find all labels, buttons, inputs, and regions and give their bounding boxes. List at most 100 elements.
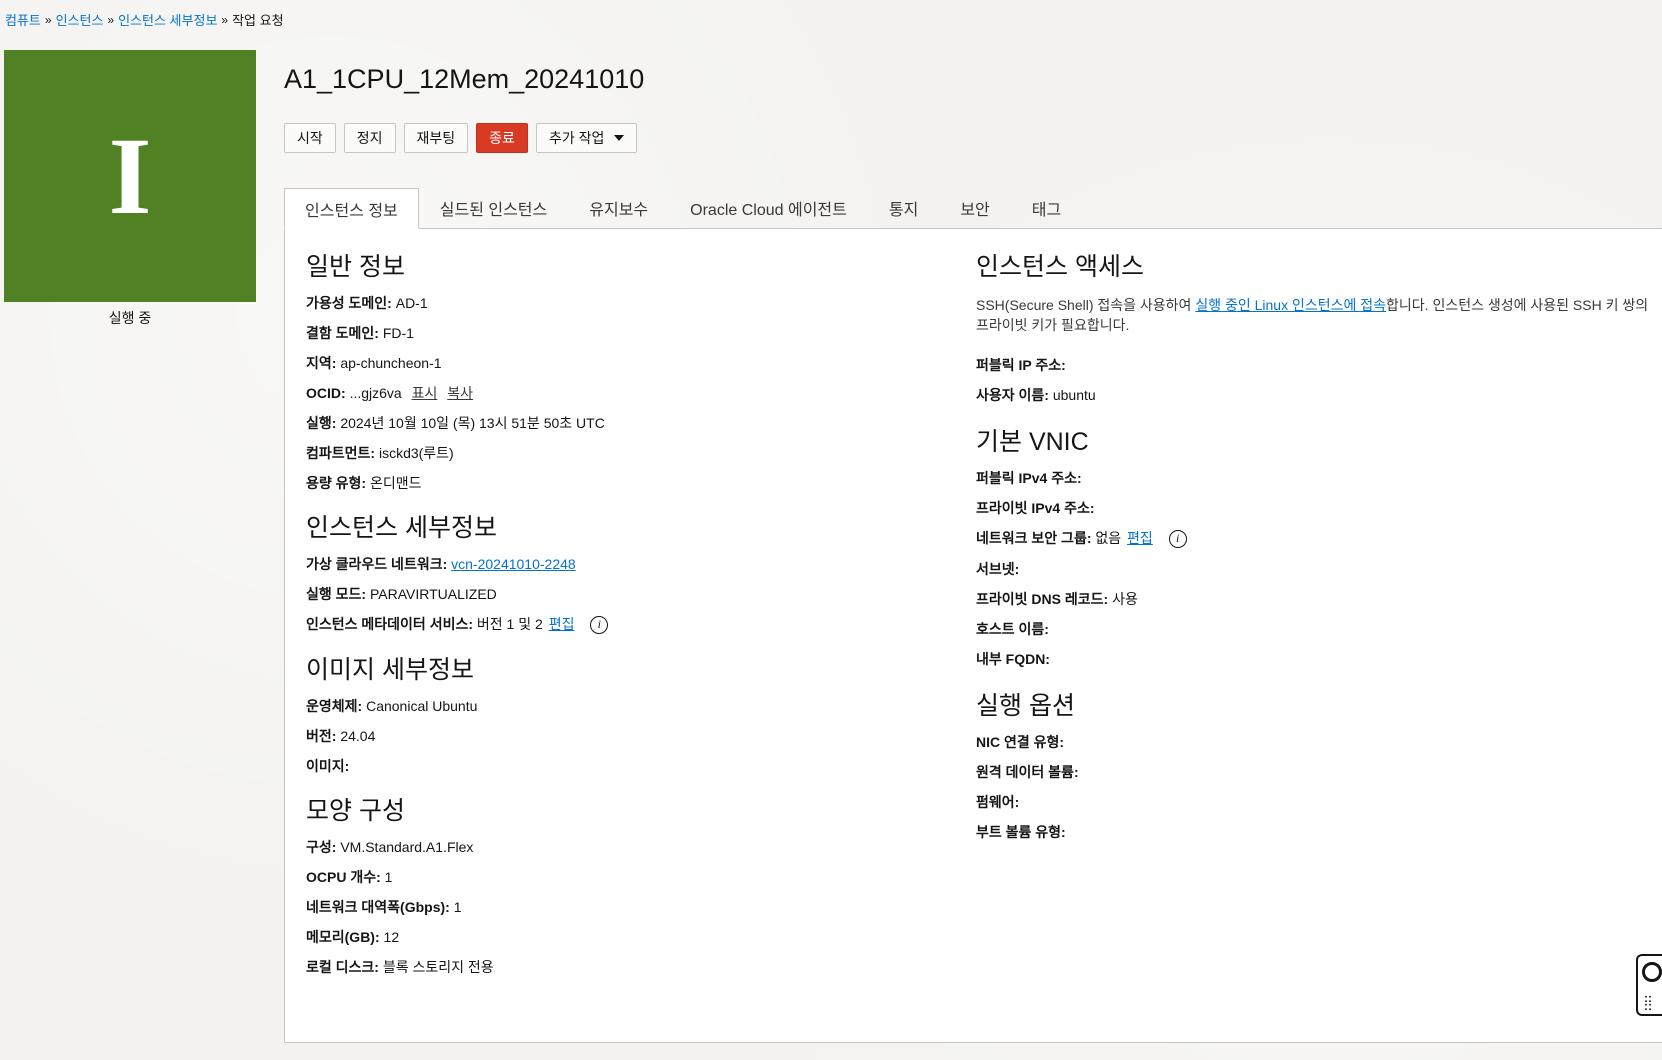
- field-value: 버전 1 및 2: [476, 616, 543, 632]
- field-label: 사용자 이름:: [976, 387, 1049, 403]
- launch-mode-row: 실행 모드: PARAVIRTUALIZED: [306, 586, 926, 603]
- private-ipv4-row: 프라이빗 IPv4 주소:: [976, 500, 1656, 517]
- field-value: ...gjz6va: [349, 385, 402, 401]
- memory-row: 메모리(GB): 12: [306, 929, 926, 946]
- hostname-row: 호스트 이름:: [976, 621, 1656, 638]
- action-toolbar: 시작 정지 재부팅 종료 추가 작업: [284, 123, 1662, 153]
- ocid-show-link[interactable]: 표시: [412, 385, 438, 401]
- nsg-edit-link[interactable]: 편집: [1127, 530, 1153, 546]
- breadcrumb-separator: »: [221, 12, 229, 27]
- field-label: 가상 클라우드 네트워크:: [306, 556, 448, 572]
- tab-panel-instance-info: 일반 정보 가용성 도메인: AD-1 결함 도메인: FD-1 지역: ap-…: [284, 229, 1662, 1043]
- start-button[interactable]: 시작: [284, 123, 336, 153]
- more-actions-label: 추가 작업: [548, 130, 605, 146]
- remote-volume-row: 원격 데이터 볼륨:: [976, 764, 1656, 781]
- section-instance-details: 인스턴스 세부정보: [306, 514, 497, 542]
- field-label: 로컬 디스크:: [306, 959, 379, 976]
- tab-shielded-instance[interactable]: 실드된 인스턴스: [419, 188, 569, 228]
- vcn-row: 가상 클라우드 네트워크: vcn-20241010-2248: [306, 556, 926, 573]
- page-title: A1_1CPU_12Mem_20241010: [284, 64, 645, 94]
- ocid-copy-link[interactable]: 복사: [447, 385, 473, 401]
- field-label: OCID:: [306, 385, 346, 401]
- linux-connect-link[interactable]: 실행 중인 Linux 인스턴스에 접속: [1195, 297, 1386, 313]
- field-value: 사용: [1112, 591, 1138, 608]
- ocid-row: OCID: ...gjz6va 표시 복사: [306, 385, 926, 402]
- tab-maintenance[interactable]: 유지보수: [568, 188, 669, 228]
- help-text: SSH(Secure Shell) 접속을 사용하여: [976, 297, 1196, 313]
- info-icon[interactable]: i: [1168, 530, 1187, 549]
- reboot-button[interactable]: 재부팅: [403, 123, 469, 153]
- field-label: 원격 데이터 볼륨:: [976, 764, 1079, 781]
- tab-tags[interactable]: 태그: [1011, 188, 1082, 228]
- field-label: 펌웨어:: [976, 794, 1020, 811]
- stop-button[interactable]: 정지: [343, 123, 396, 153]
- field-value: ubuntu: [1052, 387, 1096, 403]
- image-row: 이미지:: [306, 758, 926, 775]
- os-row: 운영체제: Canonical Ubuntu: [306, 698, 926, 715]
- capacity-type-row: 용량 유형: 온디맨드: [306, 475, 926, 492]
- field-value: FD-1: [382, 325, 414, 341]
- tab-notifications[interactable]: 통지: [868, 188, 939, 228]
- field-value: VM.Standard.A1.Flex: [340, 839, 474, 856]
- subnet-row: 서브넷:: [976, 561, 1656, 578]
- field-label: 실행 모드:: [306, 586, 367, 602]
- field-label: 내부 FQDN:: [976, 651, 1050, 668]
- public-ip-row: 퍼블릭 IP 주소:: [976, 357, 1656, 374]
- boot-volume-row: 부트 볼륨 유형:: [976, 824, 1656, 841]
- field-value: 블록 스토리지 전용: [382, 959, 494, 976]
- version-row: 버전: 24.04: [306, 728, 926, 745]
- chevron-down-icon: [614, 135, 625, 141]
- tab-security[interactable]: 보안: [939, 188, 1010, 228]
- field-value: Canonical Ubuntu: [366, 698, 478, 715]
- field-label: 컴파트먼트:: [306, 445, 376, 461]
- field-label: 이미지:: [306, 758, 350, 775]
- grid-icon: ::::: [1644, 991, 1652, 1013]
- field-label: 서브넷:: [976, 561, 1020, 578]
- help-widget[interactable]: ::::: [1636, 954, 1662, 1016]
- section-general-info: 일반 정보: [306, 253, 405, 281]
- nsg-row: 네트워크 보안 그룹: 없음 편집 i: [976, 530, 1656, 549]
- section-launch-options: 실행 옵션: [976, 692, 1075, 721]
- compartment-row: 컴파트먼트: isckd3(루트): [306, 445, 926, 462]
- info-icon[interactable]: i: [590, 616, 609, 635]
- breadcrumb: 컴퓨트 » 인스턴스 » 인스턴스 세부정보 » 작업 요청: [5, 10, 284, 29]
- tab-instance-info[interactable]: 인스턴스 정보: [284, 188, 419, 229]
- field-label: 네트워크 보안 그룹:: [976, 530, 1092, 546]
- right-column: 인스턴스 액세스 SSH(Secure Shell) 접속을 사용하여 실행 중…: [976, 237, 1656, 854]
- field-value: ap-chuncheon-1: [340, 355, 442, 371]
- field-label: NIC 연결 유형:: [976, 734, 1065, 751]
- tab-oracle-cloud-agent[interactable]: Oracle Cloud 에이전트: [669, 188, 868, 228]
- breadcrumb-instances[interactable]: 인스턴스: [56, 10, 104, 29]
- field-label: 운영체제:: [306, 698, 363, 715]
- breadcrumb-separator: »: [44, 12, 52, 27]
- field-label: 버전:: [306, 728, 337, 745]
- shape-row: 구성: VM.Standard.A1.Flex: [306, 839, 926, 856]
- field-label: 실행:: [306, 415, 337, 431]
- field-label: 호스트 이름:: [976, 621, 1049, 638]
- terminate-button[interactable]: 종료: [476, 123, 528, 153]
- breadcrumb-instance-details[interactable]: 인스턴스 세부정보: [118, 10, 217, 29]
- instance-status-label: 실행 중: [108, 310, 152, 326]
- field-value: 없음: [1095, 530, 1122, 546]
- field-value: isckd3(루트): [378, 445, 454, 461]
- bandwidth-row: 네트워크 대역폭(Gbps): 1: [306, 899, 926, 916]
- vcn-link[interactable]: vcn-20241010-2248: [451, 556, 576, 572]
- field-value: 24.04: [340, 728, 376, 745]
- field-value: 온디맨드: [369, 475, 422, 491]
- breadcrumb-compute[interactable]: 컴퓨트: [5, 10, 41, 29]
- field-value: 1: [384, 869, 393, 886]
- instance-letter: I: [108, 115, 152, 237]
- left-column: 일반 정보 가용성 도메인: AD-1 결함 도메인: FD-1 지역: ap-…: [306, 237, 926, 989]
- main-content: A1_1CPU_12Mem_20241010 시작 정지 재부팅 종료 추가 작…: [284, 60, 1662, 1043]
- public-ipv4-row: 퍼블릭 IPv4 주소:: [976, 470, 1656, 487]
- availability-domain-row: 가용성 도메인: AD-1: [306, 295, 926, 312]
- metadata-service-row: 인스턴스 메타데이터 서비스: 버전 1 및 2 편집 i: [306, 616, 926, 635]
- breadcrumb-separator: »: [107, 12, 115, 27]
- firmware-row: 펌웨어:: [976, 794, 1656, 811]
- metadata-edit-link[interactable]: 편집: [549, 616, 575, 632]
- username-row: 사용자 이름: ubuntu: [976, 387, 1656, 404]
- field-value: 1: [453, 899, 462, 916]
- instance-status-icon: I: [4, 50, 256, 302]
- more-actions-button[interactable]: 추가 작업: [535, 123, 638, 153]
- ssh-help-text: SSH(Secure Shell) 접속을 사용하여 실행 중인 Linux 인…: [976, 295, 1656, 335]
